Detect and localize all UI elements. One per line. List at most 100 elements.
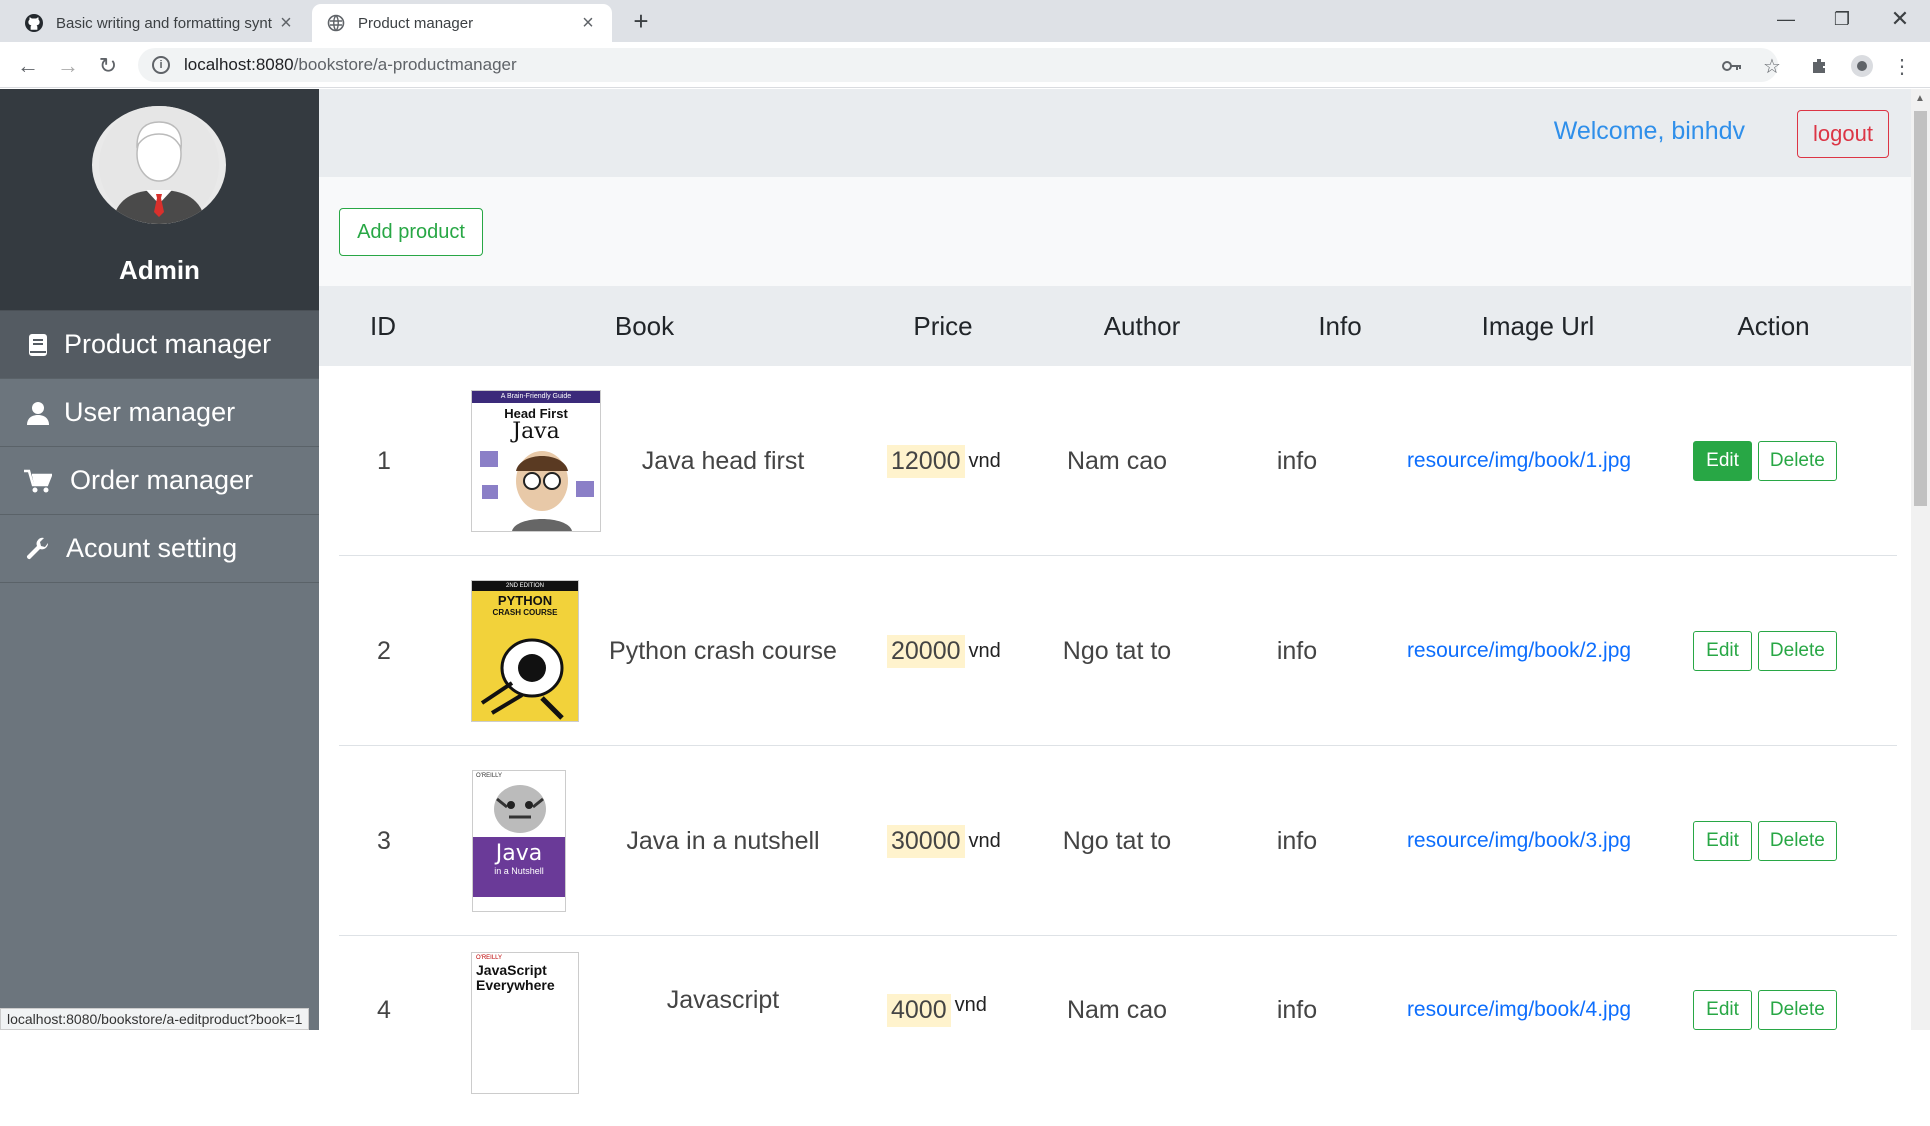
book-cover-cell: O'REILLY JavaScript Everywhere [471,936,601,1126]
price-cell: 30000 vnd [887,746,1027,936]
book-cover-image: A Brain-Friendly Guide Head First Java [471,390,601,532]
author: Ngo tat to [1062,636,1172,665]
table-body: 1 A Brain-Friendly Guide Head First Java [319,366,1911,1094]
sidebar-item-account-setting[interactable]: Acount setting [0,515,319,583]
sidebar-title: Admin [119,255,200,285]
sidebar-item-product-manager[interactable]: Product manager [0,311,319,379]
table-row: 1 A Brain-Friendly Guide Head First Java [339,366,1897,556]
key-icon[interactable] [1718,52,1746,80]
cart-icon [24,467,52,495]
edit-button[interactable]: Edit [1693,821,1752,861]
browser-tabbar: Basic writing and formatting synt × Prod… [0,0,1930,42]
action-cell: Edit Delete [1685,366,1845,556]
delete-button[interactable]: Delete [1757,821,1837,861]
image-url-link[interactable]: resource/img/book/4.jpg [1399,936,1639,1126]
address-bar[interactable]: i localhost:8080/bookstore/a-productmana… [138,48,1778,82]
info: info [1276,446,1318,475]
github-icon [24,13,44,33]
row-id: 4 [377,996,391,1024]
author: Ngo tat to [1062,826,1172,855]
price-cell: 20000 vnd [887,556,1027,746]
image-url-link[interactable]: resource/img/book/2.jpg [1399,556,1639,746]
forward-icon[interactable]: → [52,50,84,82]
column-header: ID [370,310,396,341]
tab-title: Basic writing and formatting synt [56,14,272,32]
info-icon[interactable]: i [152,56,170,74]
author: Nam cao [1066,446,1168,475]
cover-text: O'REILLY [476,773,503,779]
close-icon[interactable]: × [276,12,296,35]
info: info [1276,636,1318,665]
info: info [1276,996,1318,1024]
menu-icon[interactable]: ⋮ [1888,52,1916,80]
book-cover-cell: 2ND EDITION PYTHON CRASH COURSE [471,556,601,746]
table-row: 3 O'REILLY Java in a Nutshell Java in a … [339,746,1897,936]
extensions-icon[interactable] [1806,52,1834,80]
table-header: ID Book Price Author Info Image Url Acti… [319,286,1911,366]
main-content: Welcome, binhdv logout Add product ID Bo… [319,89,1911,1094]
column-header: Info [1318,310,1362,341]
delete-button[interactable]: Delete [1757,631,1837,671]
action-cell: Edit Delete [1685,556,1845,746]
price-unit: vnd [968,639,1001,662]
price-unit: vnd [968,449,1001,472]
row-id: 1 [377,446,391,475]
row-id: 3 [377,826,391,855]
price-value: 30000 [887,824,965,858]
reload-icon[interactable]: ↻ [92,50,124,82]
status-url: localhost:8080/bookstore/a-editproduct?b… [0,1008,310,1030]
sidebar-item-label: Acount setting [66,533,238,563]
column-header: Action [1737,310,1810,341]
delete-button[interactable]: Delete [1757,441,1837,481]
price-unit: vnd [968,829,1001,852]
minimize-icon[interactable]: — [1758,0,1814,38]
book-name: Java in a nutshell [626,826,820,855]
price-value: 20000 [887,634,965,668]
column-header: Price [913,310,973,341]
back-icon[interactable]: ← [12,50,44,82]
restore-icon[interactable]: ❐ [1814,0,1870,38]
cover-text: Everywhere [476,977,555,993]
sidebar-item-order-manager[interactable]: Order manager [0,447,319,515]
browser-tab-product-manager[interactable]: Product manager × [312,4,612,42]
book-cover-cell: A Brain-Friendly Guide Head First Java [471,366,601,556]
new-tab-icon[interactable]: + [626,6,656,36]
price-value: 12000 [887,444,965,478]
book-icon [24,331,52,359]
column-header: Book [614,310,675,341]
column-header: Image Url [1481,310,1595,341]
scroll-thumb[interactable] [1914,111,1927,506]
sidebar-item-user-manager[interactable]: User manager [0,379,319,447]
sidebar-header: Admin [0,89,319,311]
page-scrollbar[interactable]: ▲ [1911,89,1930,1030]
table-row: 2 2ND EDITION PYTHON CRASH COURSE Python… [339,556,1897,746]
book-name: Python crash course [609,636,837,665]
avatar [92,106,226,224]
edit-button[interactable]: Edit [1693,441,1752,481]
image-url-link[interactable]: resource/img/book/1.jpg [1399,366,1639,556]
action-cell: Edit Delete [1685,936,1845,1126]
sidebar-item-label: Product manager [64,329,272,359]
info: info [1276,826,1318,855]
welcome-text: Welcome, binhdv [1553,117,1745,145]
star-icon[interactable]: ☆ [1758,52,1786,80]
window-close-icon[interactable]: ✕ [1872,0,1928,38]
edit-button[interactable]: Edit [1693,631,1752,671]
wrench-icon [24,535,52,563]
book-name: Javascript [666,986,780,1014]
image-url-link[interactable]: resource/img/book/3.jpg [1399,746,1639,936]
scroll-up-icon[interactable]: ▲ [1915,93,1925,104]
logout-button[interactable]: logout [1797,110,1889,158]
author: Nam cao [1066,996,1168,1024]
delete-button[interactable]: Delete [1757,990,1837,1030]
cover-text: JavaScript [476,962,547,978]
close-icon[interactable]: × [578,12,598,35]
user-icon [24,399,52,427]
add-product-button[interactable]: Add product [339,208,483,256]
browser-tab-github[interactable]: Basic writing and formatting synt × [10,4,310,42]
cover-text: in a Nutshell [494,866,544,876]
profile-icon[interactable] [1848,52,1876,80]
edit-button[interactable]: Edit [1693,990,1752,1030]
price-value: 4000 [887,994,951,1027]
cover-text: Java [512,419,560,444]
